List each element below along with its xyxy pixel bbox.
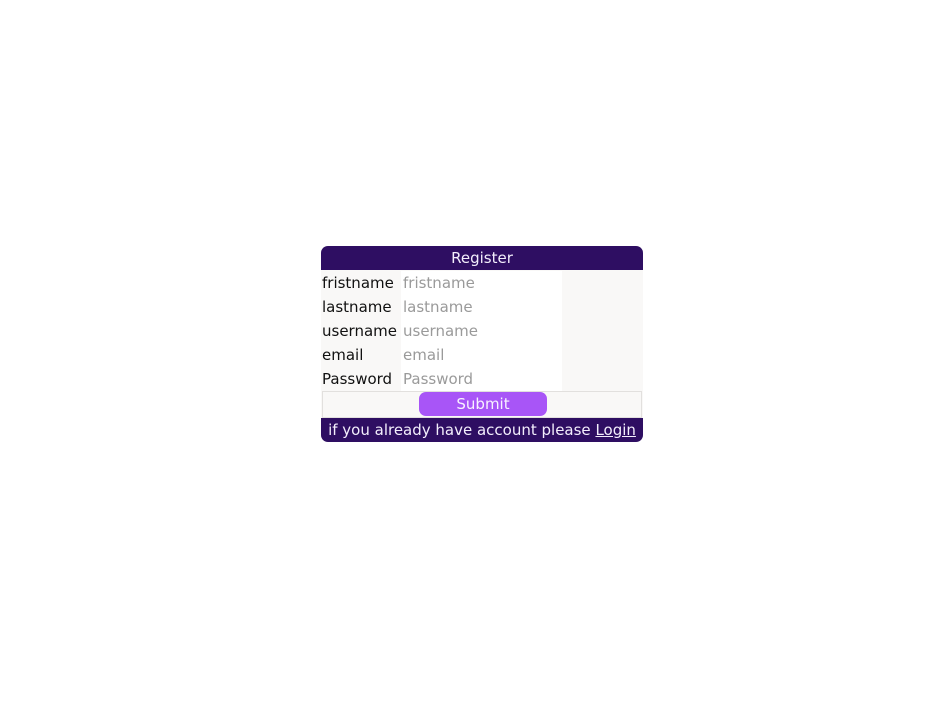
form-row-lastname: lastname [321,295,643,319]
login-prompt: if you already have account please Login [321,418,643,442]
username-input[interactable] [401,319,562,343]
register-title: Register [321,246,643,270]
form-row-password: Password [321,367,643,391]
form-row-username: username [321,319,643,343]
password-input[interactable] [401,367,562,391]
firstname-label: fristname [322,274,394,292]
submit-cell: Submit [322,391,642,418]
email-input[interactable] [401,343,562,367]
username-label: username [322,322,397,340]
login-prompt-text: if you already have account please [328,421,591,439]
login-link[interactable]: Login [595,421,635,439]
register-card: Register fristname lastname username ema… [321,246,643,442]
lastname-label: lastname [322,298,392,316]
register-form: fristname lastname username email Passwo… [321,270,643,391]
firstname-input[interactable] [401,271,562,295]
lastname-input[interactable] [401,295,562,319]
password-label: Password [322,370,393,388]
submit-button[interactable]: Submit [419,392,547,416]
form-row-email: email [321,343,643,367]
email-label: email [322,346,364,364]
form-row-firstname: fristname [321,271,643,295]
